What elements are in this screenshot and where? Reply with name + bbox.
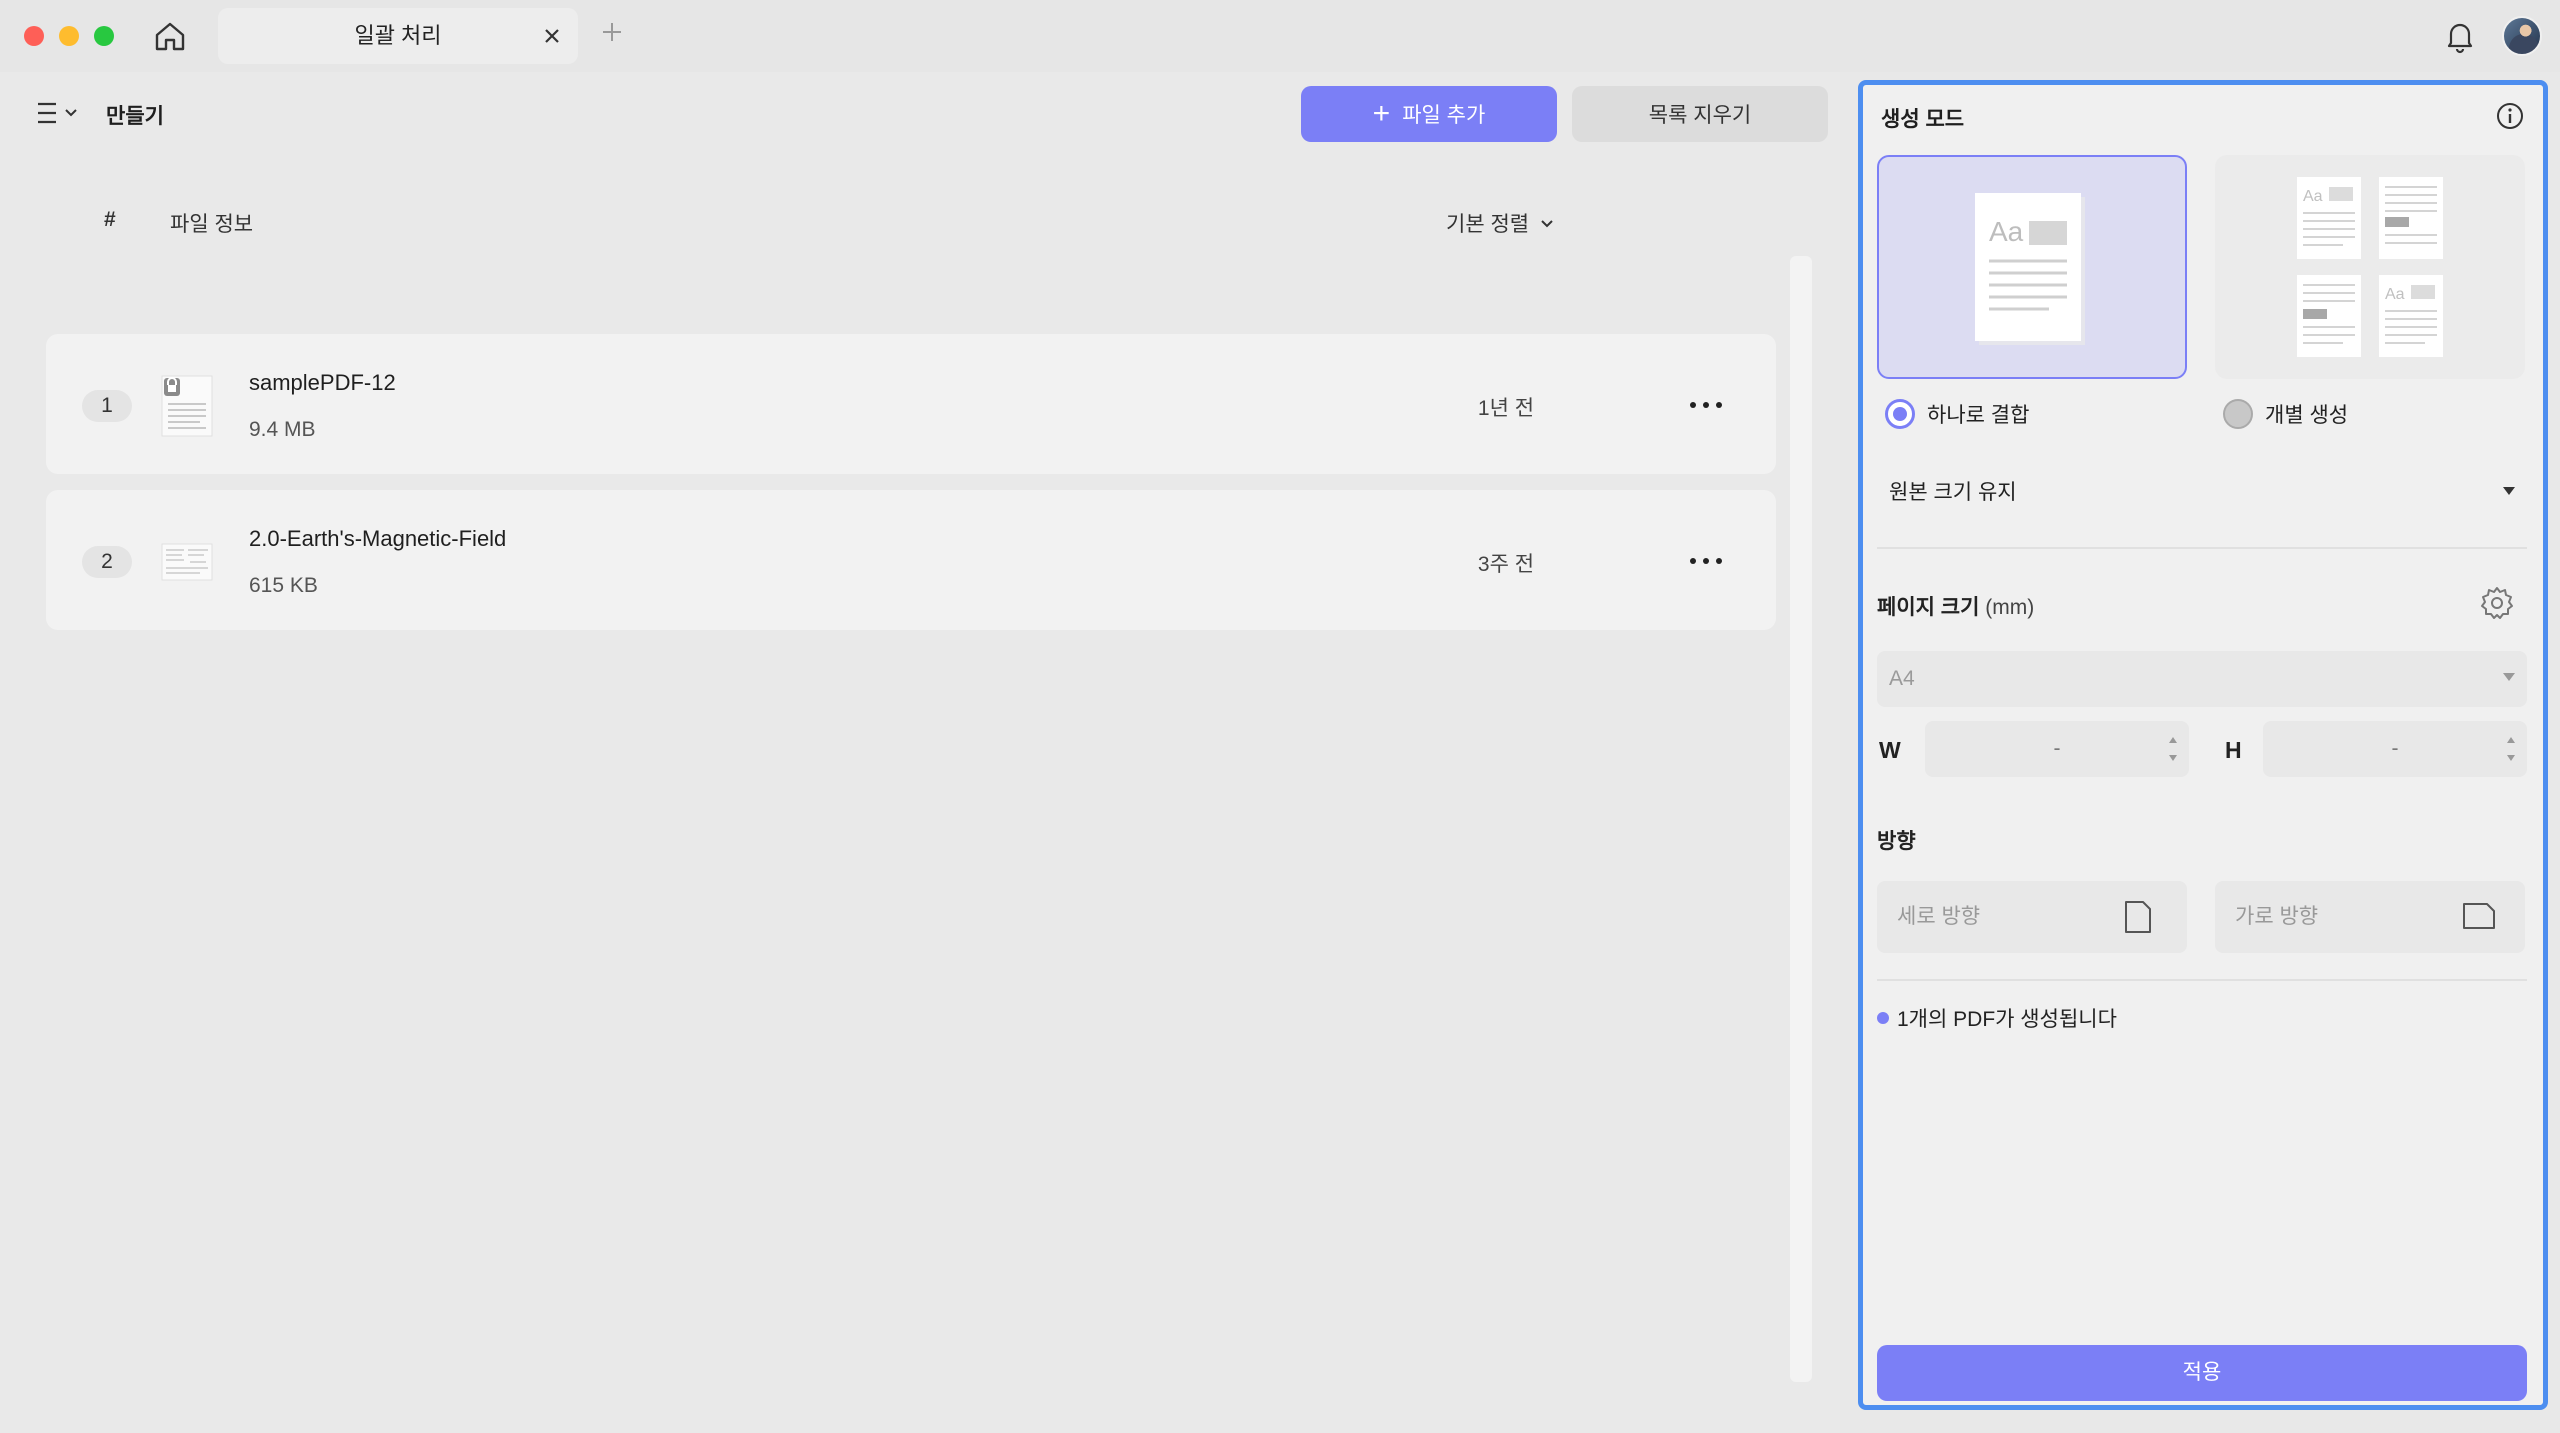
column-header-file-info: 파일 정보	[170, 213, 254, 236]
divider	[1877, 979, 2527, 981]
radio-selected-icon	[1885, 399, 1915, 429]
portrait-label: 세로 방향	[1897, 905, 1981, 928]
table-row[interactable]: 2 2.0-Earth's-Magnetic-Field 615 KB 3주 전	[46, 490, 1776, 630]
main-area: 만들기 + 파일 추가 목록 지우기 # 파일 정보 기본 정렬 1 sampl…	[0, 72, 1840, 1433]
window-close-button[interactable]	[24, 26, 44, 46]
pdf-thumbnail	[161, 543, 213, 581]
sort-label: 기본 정렬	[1446, 213, 1530, 236]
width-label: W	[1879, 737, 1901, 763]
size-mode-select[interactable]: 원본 크기 유지	[1877, 465, 2527, 521]
status-text: 1개의 PDF가 생성됩니다	[1897, 1008, 2117, 1031]
file-time: 3주 전	[1477, 553, 1535, 576]
width-stepper[interactable]: -	[1925, 721, 2189, 777]
file-name: samplePDF-12	[249, 370, 396, 395]
table-row[interactable]: 1 samplePDF-12 9.4 MB 1년 전	[46, 334, 1776, 474]
divider	[1877, 547, 2527, 549]
row-number: 2	[82, 546, 132, 578]
combine-document-icon: Aa	[1975, 193, 2085, 345]
status-dot-icon	[1877, 1012, 1889, 1024]
tab-label: 일괄 처리	[354, 23, 442, 48]
pdf-thumbnail	[161, 375, 213, 437]
radio-separate[interactable]: 개별 생성	[2223, 399, 2348, 429]
close-icon[interactable]	[540, 24, 564, 48]
chevron-down-icon	[1541, 220, 1553, 228]
svg-text:Aa: Aa	[2385, 286, 2405, 303]
landscape-option[interactable]: 가로 방향	[2215, 881, 2525, 953]
portrait-option[interactable]: 세로 방향	[1877, 881, 2187, 953]
width-value: -	[2053, 737, 2061, 760]
height-label: H	[2225, 737, 2242, 763]
separate-documents-icon: Aa Aa	[2297, 177, 2443, 357]
plus-icon: +	[1372, 97, 1391, 130]
row-number: 1	[82, 390, 132, 422]
mode-combine-card[interactable]: Aa	[1877, 155, 2187, 379]
page-size-label: 페이지 크기 (mm)	[1877, 591, 2034, 621]
height-stepper[interactable]: -	[2263, 721, 2527, 777]
clear-list-button[interactable]: 목록 지우기	[1572, 86, 1828, 142]
radio-combine-label: 하나로 결합	[1927, 404, 2030, 427]
menu-icon[interactable]	[34, 98, 84, 128]
height-value: -	[2391, 737, 2399, 760]
size-mode-value: 원본 크기 유지	[1889, 481, 2017, 504]
radio-unselected-icon	[2223, 399, 2253, 429]
file-name: 2.0-Earth's-Magnetic-Field	[249, 526, 507, 551]
plus-icon[interactable]	[600, 20, 624, 44]
file-time: 1년 전	[1477, 397, 1535, 420]
orientation-label: 방향	[1877, 830, 1916, 853]
radio-separate-label: 개별 생성	[2265, 404, 2349, 427]
window-zoom-button[interactable]	[94, 26, 114, 46]
stepper-arrows-icon[interactable]	[2505, 731, 2517, 767]
svg-text:Aa: Aa	[2303, 188, 2323, 205]
scrollbar[interactable]	[1790, 256, 1812, 1382]
paper-size-value: A4	[1889, 667, 1915, 690]
more-icon[interactable]	[1686, 390, 1726, 420]
apply-button[interactable]: 적용	[1877, 1345, 2527, 1401]
landscape-icon	[2463, 903, 2495, 929]
file-size: 615 KB	[249, 574, 318, 597]
gear-icon[interactable]	[2479, 585, 2515, 621]
page-size-unit: (mm)	[1985, 596, 2035, 619]
add-file-label: 파일 추가	[1402, 104, 1486, 127]
home-icon[interactable]	[152, 18, 188, 54]
info-icon[interactable]	[2495, 101, 2525, 131]
tab-batch-process[interactable]: 일괄 처리	[218, 8, 578, 64]
add-file-button[interactable]: + 파일 추가	[1301, 86, 1557, 142]
svg-text:Aa: Aa	[1989, 216, 2024, 247]
caret-down-icon	[2503, 673, 2515, 681]
page-size-title: 페이지 크기	[1877, 596, 1980, 619]
bell-icon[interactable]	[2442, 18, 2478, 54]
file-size: 9.4 MB	[249, 418, 316, 441]
portrait-icon	[2125, 901, 2151, 933]
window-minimize-button[interactable]	[59, 26, 79, 46]
caret-down-icon	[2503, 487, 2515, 495]
panel-title: 생성 모드	[1881, 108, 1965, 131]
landscape-label: 가로 방향	[2235, 905, 2319, 928]
file-list: 1 samplePDF-12 9.4 MB 1년 전 2 2.0-Earth's…	[46, 262, 1776, 1382]
avatar[interactable]	[2502, 16, 2542, 56]
column-header-number: #	[104, 208, 116, 231]
more-icon[interactable]	[1686, 546, 1726, 576]
stepper-arrows-icon[interactable]	[2167, 731, 2179, 767]
title-bar: 일괄 처리	[0, 0, 2560, 72]
settings-panel: 생성 모드 Aa Aa Aa 하나로 결합 개별 생성 원본 크기 유지 페이지…	[1858, 80, 2548, 1410]
radio-combine[interactable]: 하나로 결합	[1885, 399, 2029, 429]
mode-separate-card[interactable]: Aa Aa	[2215, 155, 2525, 379]
create-label: 만들기	[106, 105, 164, 128]
paper-size-select[interactable]: A4	[1877, 651, 2527, 707]
status-message: 1개의 PDF가 생성됩니다	[1877, 1003, 2117, 1033]
sort-dropdown[interactable]: 기본 정렬	[1446, 208, 1555, 238]
